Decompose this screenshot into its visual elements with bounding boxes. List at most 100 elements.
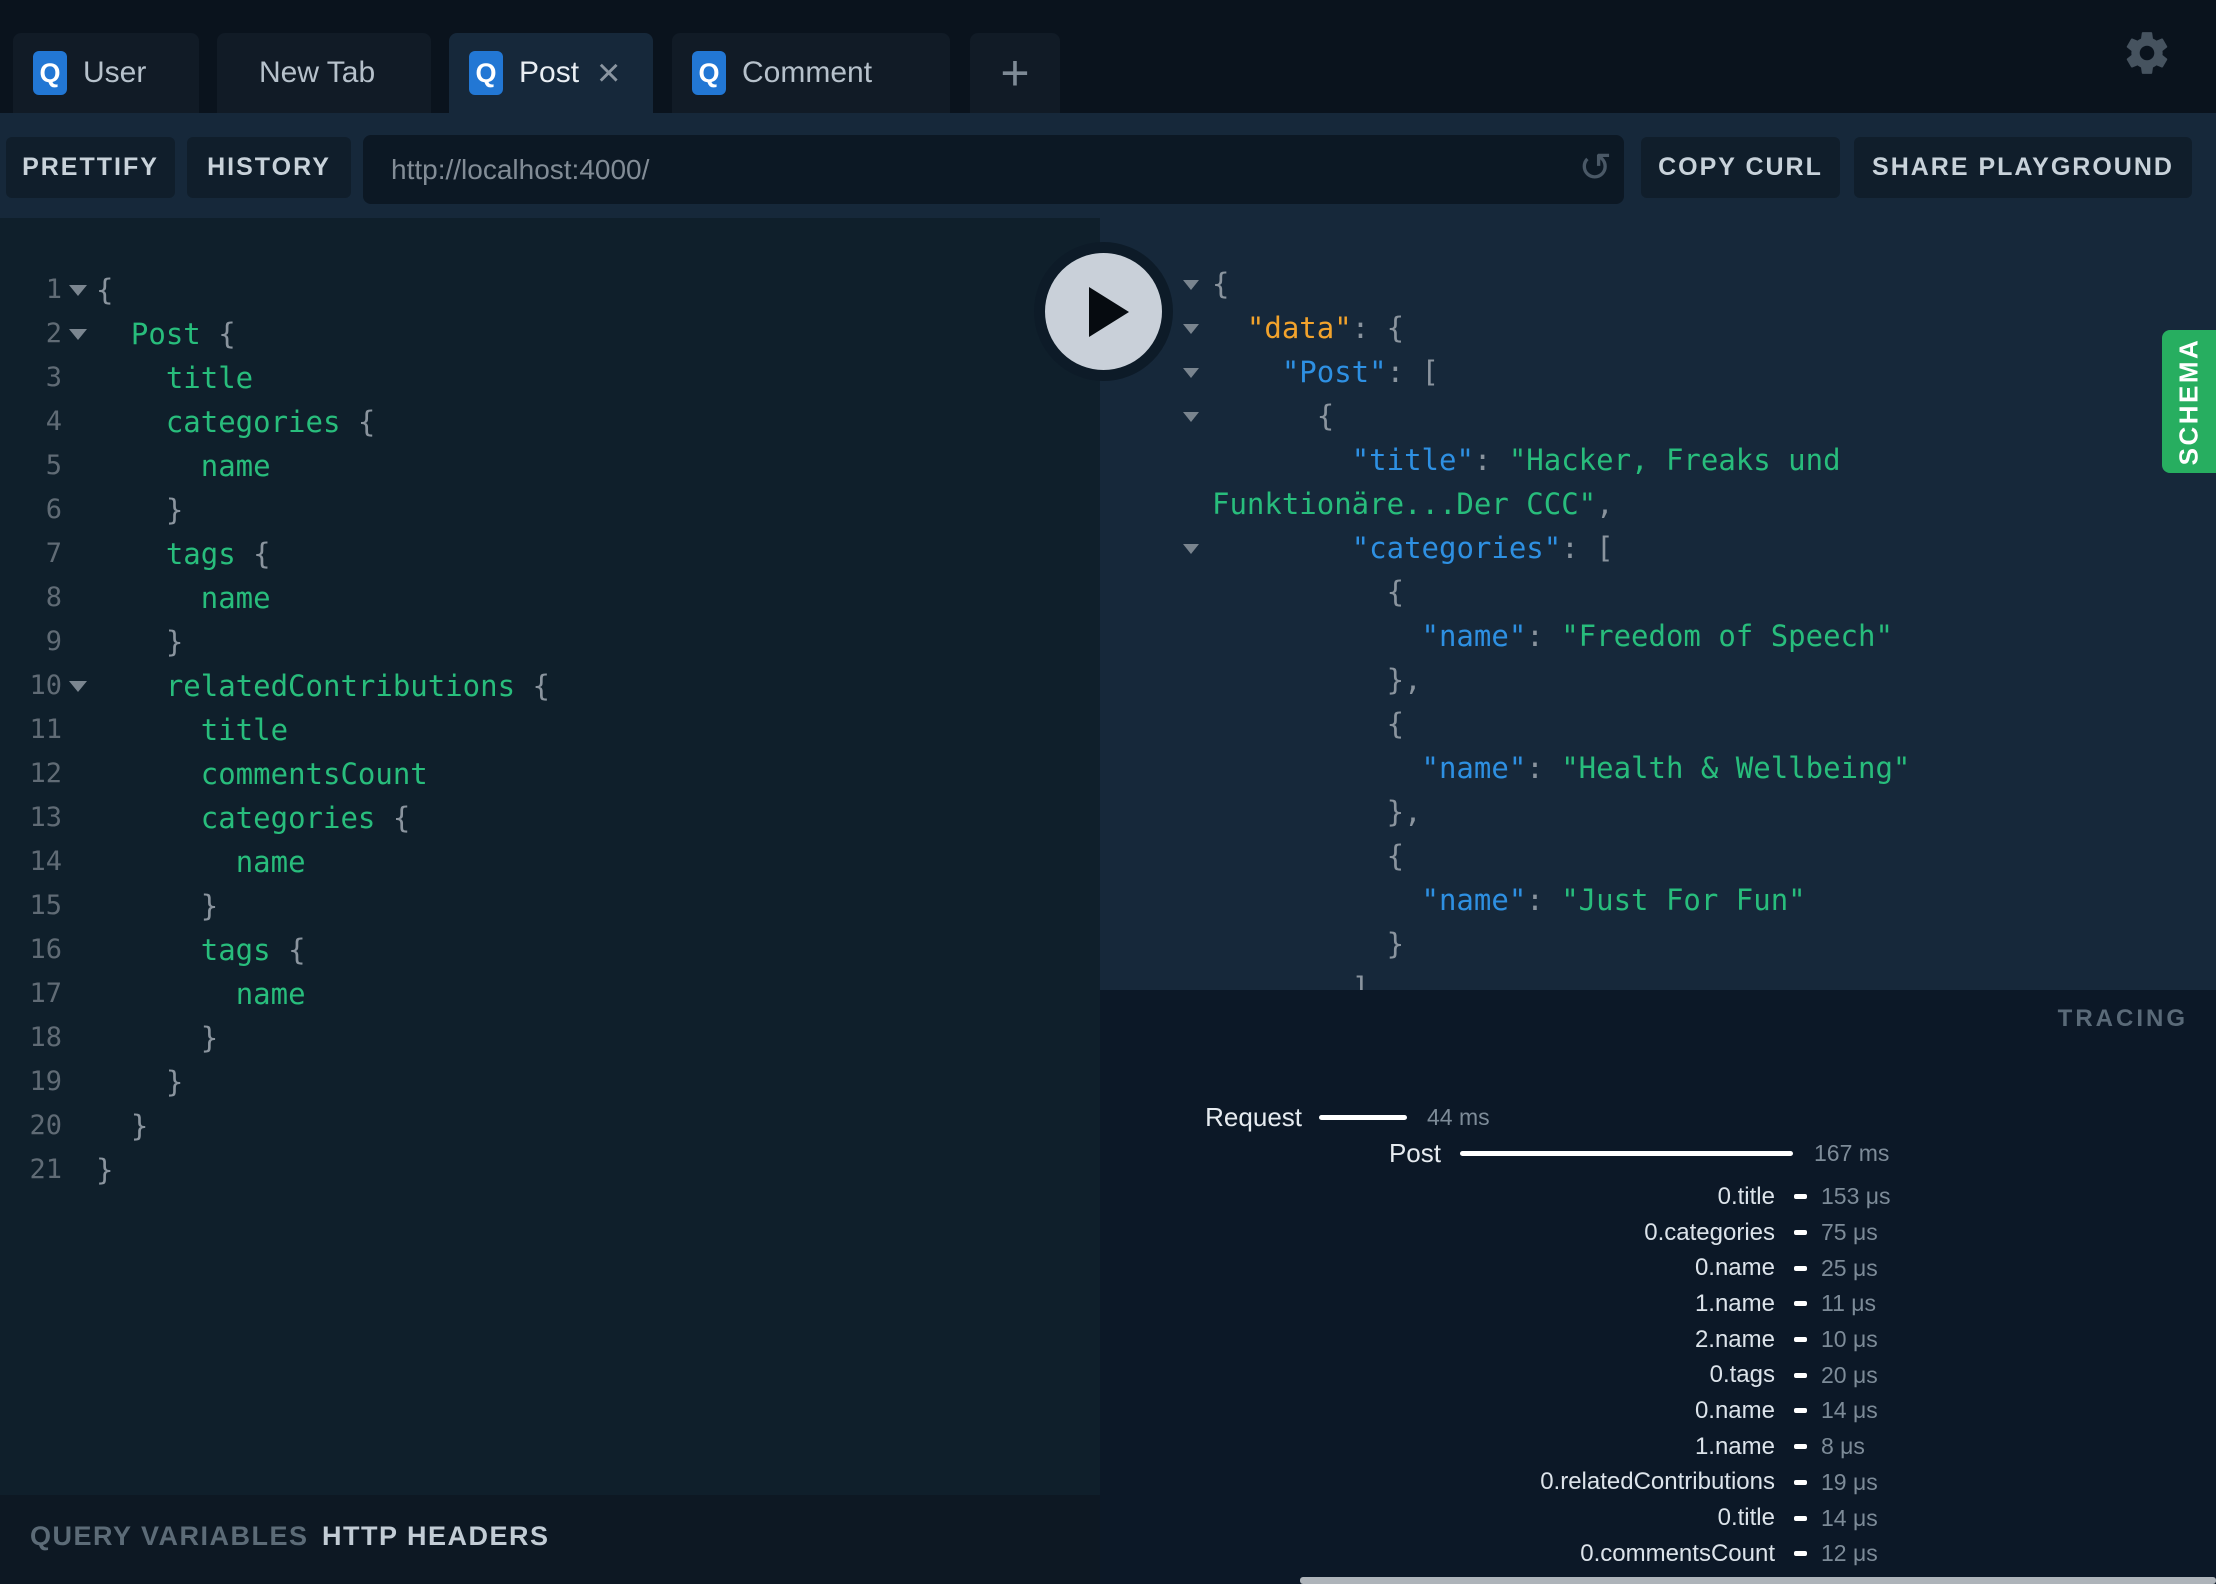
history-button[interactable]: HISTORY — [187, 137, 351, 198]
execute-query-button[interactable] — [1034, 242, 1173, 381]
response-line: "categories": [ — [1100, 526, 2216, 570]
share-playground-button[interactable]: SHARE PLAYGROUND — [1854, 137, 2192, 198]
code-token: "Freedom of Speech" — [1561, 619, 1893, 653]
code-token: } — [165, 1065, 184, 1099]
copy-curl-button[interactable]: COPY CURL — [1641, 137, 1840, 198]
resolver-duration-text: 10 μs — [1821, 1326, 1878, 1353]
code-token: : [ — [1561, 531, 1614, 565]
endpoint-url-box: ↺ — [363, 135, 1624, 204]
gutter-fold-slot — [1100, 482, 1212, 526]
tracing-resolver-row: 1.name 8 μs — [1100, 1429, 2216, 1465]
tab-user[interactable]: Q User — [13, 33, 199, 113]
code-text: { — [96, 268, 113, 312]
code-token: { — [1386, 575, 1405, 609]
query-line: 5 name — [0, 444, 1100, 488]
gutter-fold-slot — [62, 312, 96, 356]
tab-comment[interactable]: Q Comment — [672, 33, 950, 113]
response-line: { — [1100, 834, 2216, 878]
resolver-path: 1.name — [1694, 1289, 1775, 1317]
fold-arrow-icon[interactable] — [69, 681, 87, 692]
line-number: 20 — [29, 1110, 62, 1141]
fold-arrow-icon[interactable] — [1183, 368, 1199, 378]
response-line: "data": { — [1100, 306, 2216, 350]
fold-arrow-icon[interactable] — [69, 329, 87, 340]
code-token: { — [515, 669, 550, 703]
reload-schema-icon[interactable]: ↺ — [1578, 145, 1612, 191]
gutter-fold-slot — [62, 664, 96, 708]
resolver-path: 0.name — [1694, 1396, 1775, 1424]
http-headers-tab[interactable]: HTTP HEADERS — [322, 1521, 550, 1552]
code-text: Post { — [96, 312, 236, 356]
line-number: 10 — [29, 670, 62, 701]
code-token: } — [165, 625, 184, 659]
fold-arrow-icon[interactable] — [1183, 324, 1199, 334]
line-number: 16 — [29, 934, 62, 965]
horizontal-scrollbar[interactable] — [1300, 1577, 2216, 1584]
resolver-duration-bar — [1794, 1265, 1807, 1271]
code-token: ] — [1351, 971, 1370, 990]
tracing-resolver-row: 0.title 153 μs — [1100, 1179, 2216, 1215]
gutter-fold-slot — [62, 840, 96, 884]
query-editor[interactable]: 1{2 Post {3 title 4 categories {5 name 6 }… — [0, 218, 1100, 1495]
new-tab-button[interactable]: + — [970, 33, 1060, 113]
code-text: { — [1212, 570, 1404, 614]
gutter-fold-slot — [1100, 834, 1212, 878]
code-token: name — [235, 977, 306, 1011]
code-token: relatedContributions — [165, 669, 516, 703]
resolver-duration-text: 19 μs — [1821, 1468, 1878, 1495]
gutter-fold-slot — [1100, 658, 1212, 702]
query-line: 9 } — [0, 620, 1100, 664]
query-variables-tab[interactable]: QUERY VARIABLES — [30, 1521, 309, 1552]
code-text: } — [96, 1060, 183, 1104]
gutter-fold-slot — [1100, 966, 1212, 990]
code-token: { — [1316, 399, 1335, 433]
query-line: 17 name — [0, 972, 1100, 1016]
resolver-path: 0.name — [1694, 1254, 1775, 1282]
code-text: { — [1212, 834, 1404, 878]
resolver-duration-bar — [1794, 1515, 1807, 1521]
line-number: 18 — [29, 1022, 62, 1053]
schema-tab-button[interactable]: SCHEMA — [2162, 330, 2216, 473]
query-line: 4 categories { — [0, 400, 1100, 444]
fold-arrow-icon[interactable] — [69, 285, 87, 296]
query-line: 20 } — [0, 1104, 1100, 1148]
tracing-resolver-row: 0.name 14 μs — [1100, 1393, 2216, 1429]
code-text: name — [96, 444, 271, 488]
prettify-button[interactable]: PRETTIFY — [6, 137, 175, 198]
code-token: commentsCount — [200, 757, 428, 791]
resolver-duration-text: 14 μs — [1821, 1397, 1878, 1424]
line-number: 19 — [29, 1066, 62, 1097]
query-line: 2 Post { — [0, 312, 1100, 356]
code-text: } — [96, 488, 183, 532]
settings-gear-icon[interactable] — [2122, 28, 2172, 78]
response-line: { — [1100, 262, 2216, 306]
code-text: { — [1212, 702, 1404, 746]
span-label: Request — [1205, 1101, 1302, 1132]
code-text: "data": { — [1212, 306, 1404, 350]
fold-arrow-icon[interactable] — [1183, 544, 1199, 554]
close-tab-icon[interactable]: × — [597, 53, 620, 93]
resolver-duration-bar — [1794, 1444, 1807, 1450]
fold-arrow-icon[interactable] — [1183, 280, 1199, 290]
code-token: : — [1473, 443, 1509, 477]
query-line: 1{ — [0, 268, 1100, 312]
tracing-span-row: Post 167 ms — [1100, 1135, 2216, 1171]
gutter-fold-slot — [62, 884, 96, 928]
tracing-resolver-row: 2.name 10 μs — [1100, 1322, 2216, 1358]
query-line: 14 name — [0, 840, 1100, 884]
tracing-timeline: Request 44 ms Post 167 ms — [1100, 1099, 2216, 1171]
code-text: }, — [1212, 658, 1422, 702]
code-token: { — [1386, 839, 1405, 873]
tab-post[interactable]: Q Post × — [449, 33, 653, 113]
line-number: 17 — [29, 978, 62, 1009]
endpoint-url-input[interactable] — [363, 135, 1624, 204]
gutter-fold-slot — [1100, 438, 1212, 482]
tab-new-tab[interactable]: New Tab — [217, 33, 431, 113]
gutter-fold-slot — [62, 1060, 96, 1104]
fold-arrow-icon[interactable] — [1183, 412, 1199, 422]
code-token: title — [165, 361, 254, 395]
tab-label: Post — [519, 56, 580, 89]
span-label: Post — [1388, 1137, 1441, 1168]
code-token: } — [200, 889, 219, 923]
line-number: 11 — [29, 714, 62, 745]
